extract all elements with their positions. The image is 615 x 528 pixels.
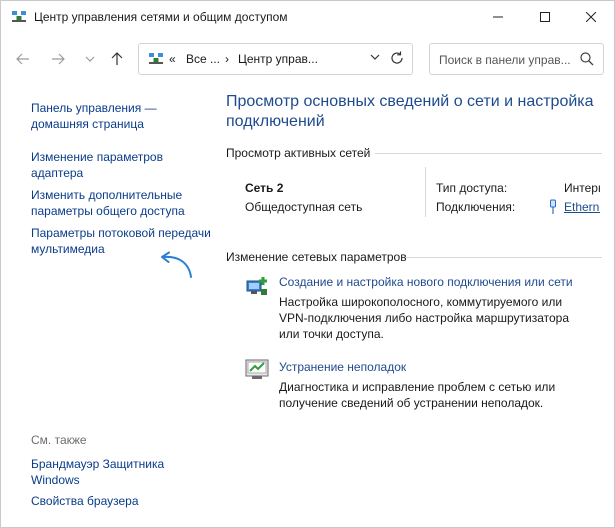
arrow-left-icon [16,53,29,65]
troubleshoot-problems-link[interactable]: Устранение неполадок [279,360,406,374]
network-name: Сеть 2 [245,181,284,195]
arrow-right-icon [52,53,65,65]
address-bar[interactable]: « Все ... › Центр управ... [138,43,413,75]
chevron-down-icon[interactable] [370,53,380,61]
window-title: Центр управления сетями и общим доступом [34,10,288,24]
maximize-button[interactable] [522,1,568,33]
network-center-icon [12,11,26,22]
control-panel-window: Центр управления сетями и общим доступом [0,0,615,528]
minimize-icon [493,16,503,18]
setup-new-connection-description: Настройка широкополосного, коммутируемог… [279,295,570,341]
setup-new-connection-link[interactable]: Создание и настройка нового подключения … [279,275,573,289]
troubleshoot-icon [245,359,269,379]
forward-button[interactable] [46,46,70,72]
search-icon [580,52,594,66]
breadcrumb-all-items[interactable]: Все ... [186,52,220,66]
active-networks-heading: Просмотр активных сетей [226,146,371,160]
close-button[interactable] [568,1,614,33]
section-divider [406,257,602,258]
navigation-bar: « Все ... › Центр управ... Поиск в панел… [1,33,614,85]
search-input[interactable]: Поиск в панели управ... [429,43,604,75]
chevron-down-icon [85,56,95,62]
title-bar: Центр управления сетями и общим доступом [1,1,614,33]
section-divider [375,153,602,154]
breadcrumb-separator[interactable]: › [225,52,229,66]
connections-label: Подключения: [436,200,516,214]
arrow-up-icon [111,52,123,65]
breadcrumb-overflow[interactable]: « [169,52,176,66]
advanced-sharing-settings-link[interactable]: Изменить дополнительные параметры общего… [31,187,211,219]
internet-options-link[interactable]: Свойства браузера [31,493,211,509]
back-button[interactable] [11,46,35,72]
ethernet-connection-link[interactable]: Ethernet [564,200,600,214]
search-placeholder: Поиск в панели управ... [439,53,571,67]
access-type-value: Интернет [564,181,600,195]
control-panel-home-link[interactable]: Панель управления — домашняя страница [31,100,211,132]
network-center-icon [149,53,163,64]
ethernet-icon [550,199,556,214]
windows-defender-firewall-link[interactable]: Брандмауэр Защитника Windows [31,456,211,488]
up-button[interactable] [105,46,129,72]
recent-locations-button[interactable] [78,46,102,72]
vertical-divider [425,167,426,217]
new-connection-icon [246,277,267,295]
maximize-icon [540,12,550,22]
access-type-label: Тип доступа: [436,181,508,195]
network-profile-type: Общедоступная сеть [245,200,363,214]
change-adapter-settings-link[interactable]: Изменение параметров адаптера [31,149,211,181]
annotation-arrow-icon [161,251,192,278]
page-title: Просмотр основных сведений о сети и наст… [226,93,594,130]
see-also-heading: См. также [31,433,87,447]
minimize-button[interactable] [475,1,521,33]
breadcrumb-current[interactable]: Центр управ... [238,52,318,66]
refresh-icon[interactable] [390,51,404,65]
close-icon [586,12,596,22]
change-settings-heading: Изменение сетевых параметров [226,250,407,264]
troubleshoot-problems-description: Диагностика и исправление проблем с сеть… [279,380,556,410]
